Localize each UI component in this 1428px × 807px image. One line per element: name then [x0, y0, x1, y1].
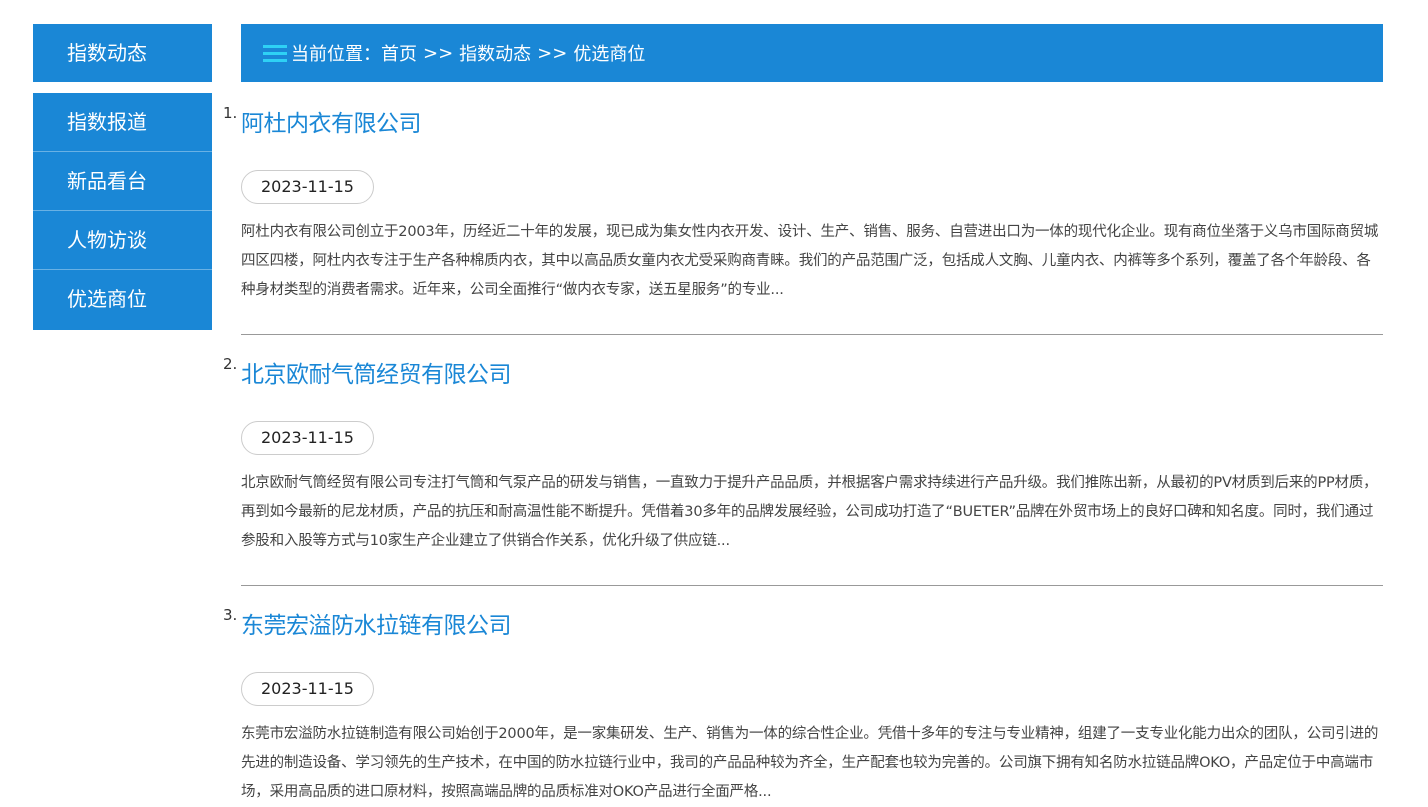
item-number: 2. — [223, 355, 238, 373]
list-item: 1. 阿杜内衣有限公司 2023-11-15 阿杜内衣有限公司创立于2003年，… — [220, 100, 1383, 305]
breadcrumb-current: 优选商位 — [573, 44, 646, 65]
breadcrumb: 当前位置： 首页 >> 指数动态 >> 优选商位 — [241, 24, 1383, 82]
breadcrumb-section-link[interactable]: 指数动态 — [459, 40, 531, 66]
item-header: 1. 阿杜内衣有限公司 — [223, 100, 1383, 156]
breadcrumb-prefix: 当前位置： — [291, 44, 381, 65]
sidebar-item-featured-stalls[interactable]: 优选商位 — [33, 270, 212, 330]
list-item: 2. 北京欧耐气筒经贸有限公司 2023-11-15 北京欧耐气筒经贸有限公司专… — [220, 351, 1383, 556]
divider — [241, 334, 1383, 335]
date-badge: 2023-11-15 — [241, 421, 374, 455]
date-badge: 2023-11-15 — [241, 170, 374, 204]
menu-icon — [263, 43, 287, 63]
breadcrumb-separator: >> — [537, 42, 568, 64]
sidebar-item-new-products[interactable]: 新品看台 — [33, 152, 212, 211]
sidebar-item-reports[interactable]: 指数报道 — [33, 93, 212, 152]
item-description: 阿杜内衣有限公司创立于2003年，历经近二十年的发展，现已成为集女性内衣开发、设… — [241, 224, 1379, 298]
item-title-link[interactable]: 阿杜内衣有限公司 — [241, 104, 422, 138]
date-badge: 2023-11-15 — [241, 672, 374, 706]
item-description: 北京欧耐气筒经贸有限公司专注打气筒和气泵产品的研发与销售，一直致力于提升产品品质… — [241, 475, 1378, 549]
item-number: 1. — [223, 104, 238, 122]
item-header: 2. 北京欧耐气筒经贸有限公司 — [223, 351, 1383, 407]
item-number: 3. — [223, 606, 238, 624]
sidebar-item-interviews[interactable]: 人物访谈 — [33, 211, 212, 270]
item-title-link[interactable]: 东莞宏溢防水拉链有限公司 — [241, 606, 512, 640]
sidebar-menu: 指数报道 新品看台 人物访谈 优选商位 — [33, 93, 212, 330]
item-title-link[interactable]: 北京欧耐气筒经贸有限公司 — [241, 355, 512, 389]
article-list: 1. 阿杜内衣有限公司 2023-11-15 阿杜内衣有限公司创立于2003年，… — [220, 100, 1383, 807]
breadcrumb-separator: >> — [423, 42, 454, 64]
divider — [241, 585, 1383, 586]
sidebar-title: 指数动态 — [33, 24, 212, 82]
list-item: 3. 东莞宏溢防水拉链有限公司 2023-11-15 东莞市宏溢防水拉链制造有限… — [220, 602, 1383, 807]
item-description: 东莞市宏溢防水拉链制造有限公司始创于2000年，是一家集研发、生产、销售为一体的… — [241, 726, 1379, 800]
item-header: 3. 东莞宏溢防水拉链有限公司 — [223, 602, 1383, 658]
sidebar: 指数动态 指数报道 新品看台 人物访谈 优选商位 — [33, 24, 212, 330]
breadcrumb-home-link[interactable]: 首页 — [381, 40, 417, 66]
